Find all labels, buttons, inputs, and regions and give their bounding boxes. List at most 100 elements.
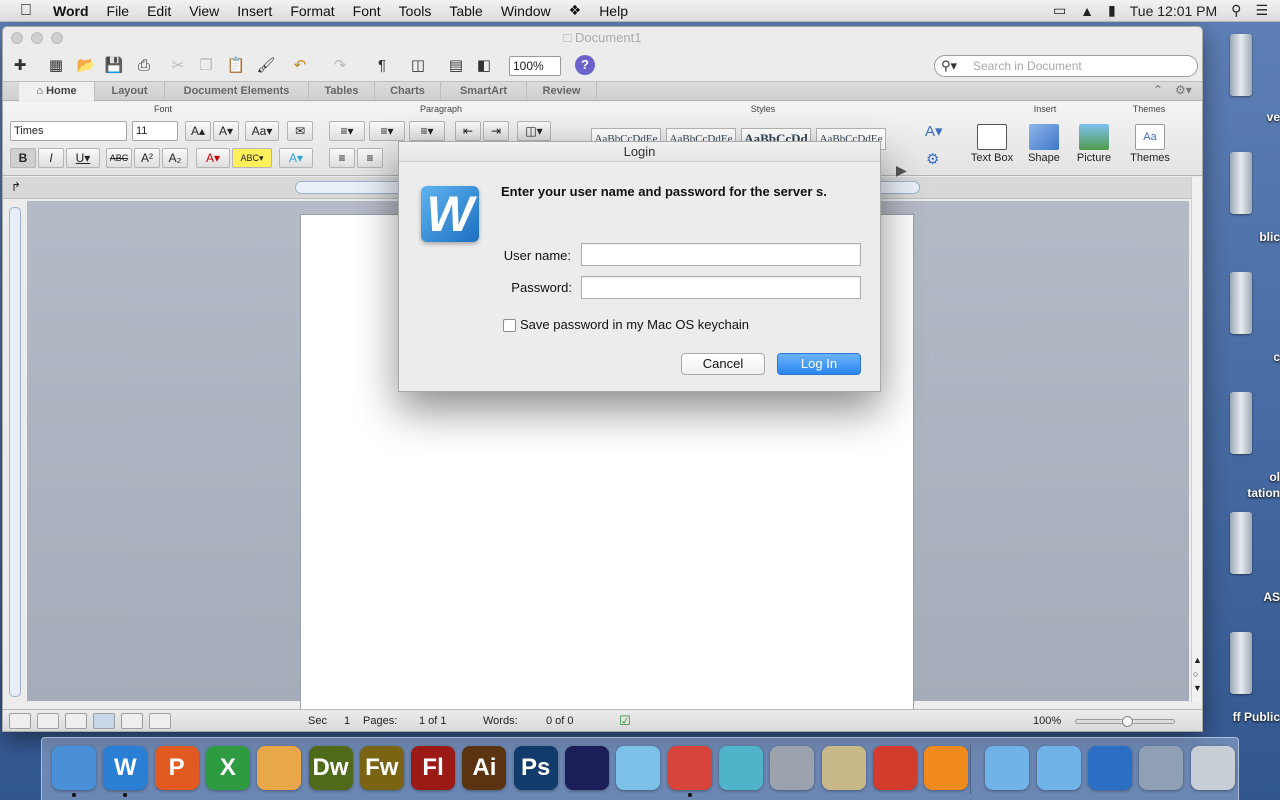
search-input[interactable]: Search in Document [934,55,1198,77]
numbering-icon[interactable]: ≡▾ [369,121,405,141]
notebook-view-icon[interactable] [121,713,143,729]
keynote-icon[interactable] [257,746,302,790]
help-icon[interactable]: ? [575,55,595,75]
excel-icon[interactable]: X [205,746,250,790]
tab-charts[interactable]: Charts [375,82,441,101]
font-color-icon[interactable]: A▾ [196,148,230,168]
menu-font[interactable]: Font [344,3,390,19]
decrease-indent-icon[interactable]: ⇤ [455,121,481,141]
shared-users-icon[interactable] [1139,746,1184,790]
audacity-icon[interactable] [565,746,609,790]
templates-icon[interactable]: ▦ [45,55,67,77]
ribbon-settings-icon[interactable]: ⚙▾ [1175,83,1192,97]
menu-insert[interactable]: Insert [228,3,281,19]
save-icon[interactable]: 💾 [103,55,125,77]
menu-app-name[interactable]: Word [44,3,98,19]
photoshop-icon[interactable]: Ps [513,746,558,790]
username-input[interactable] [581,243,861,266]
outline-view-icon[interactable] [37,713,59,729]
tab-document-elements[interactable]: Document Elements [165,82,309,101]
previous-page-icon[interactable]: ▲ [1193,655,1202,665]
finder-icon[interactable] [52,746,96,790]
align-center-icon[interactable]: ≡ [357,148,383,168]
zoom-slider[interactable] [1075,716,1175,727]
menu-edit[interactable]: Edit [138,3,180,19]
menu-view[interactable]: View [180,3,228,19]
zoom-select[interactable]: 100% [509,56,561,76]
keychain-access-icon[interactable] [770,746,815,790]
print-icon[interactable]: ⎙ [133,55,155,77]
grow-font-icon[interactable]: A▴ [185,121,211,141]
menu-table[interactable]: Table [440,3,491,19]
multilevel-list-icon[interactable]: ≡▾ [409,121,445,141]
chrome-icon[interactable] [667,746,712,790]
open-icon[interactable]: 📂 [75,55,97,77]
flash-icon[interactable]: Fl [411,746,456,790]
subscript-icon[interactable]: A₂ [162,148,188,168]
password-input[interactable] [581,276,861,299]
drive-icon[interactable] [1230,272,1252,334]
search-icon[interactable]: ⚲▾ [941,58,957,74]
show-formatting-icon[interactable]: ¶ [371,55,393,77]
strikethrough-icon[interactable]: ABC [106,148,132,168]
keychain-label[interactable]: Save password in my Mac OS keychain [520,317,749,332]
illustrator-icon[interactable]: Ai [462,746,507,790]
script-menu-icon[interactable]: ❖ [560,2,591,19]
format-painter-icon[interactable]: 🖌 [255,55,277,77]
tab-review[interactable]: Review [527,82,597,101]
menu-format[interactable]: Format [281,3,343,19]
copy-icon[interactable]: ❐ [195,55,217,77]
vlc-icon[interactable] [924,746,969,790]
minimize-window-button[interactable] [31,32,43,44]
shape-button[interactable]: Shape [1021,124,1067,164]
next-page-icon[interactable]: ▼ [1193,683,1202,693]
columns-icon[interactable]: ◫▾ [517,121,551,141]
trash-icon[interactable] [1190,746,1235,790]
menu-tools[interactable]: Tools [390,3,441,19]
browse-object-icon[interactable]: ○ [1193,669,1198,679]
text-box-button[interactable]: Text Box [969,124,1015,164]
clock[interactable]: Tue 12:01 PM [1123,3,1224,19]
paste-icon[interactable]: 📋 [225,55,247,77]
dreamweaver-icon[interactable]: Dw [308,746,353,790]
wifi-icon[interactable]: ▲ [1073,3,1101,19]
themes-button[interactable]: Aa Themes [1127,124,1173,164]
font-size-select[interactable]: 11 [132,121,178,141]
increase-indent-icon[interactable]: ⇥ [483,121,509,141]
tab-smartart[interactable]: SmartArt [441,82,527,101]
vertical-scrollbar[interactable]: ▲ ○ ▼ [1191,177,1202,702]
publishing-view-icon[interactable] [65,713,87,729]
manage-styles-icon[interactable]: ⚙ [926,150,939,168]
shrink-font-icon[interactable]: A▾ [213,121,239,141]
menu-file[interactable]: File [98,3,139,19]
tab-stop-icon[interactable]: ↱ [11,180,21,194]
network-icon[interactable] [1088,746,1132,790]
tab-tables[interactable]: Tables [309,82,375,101]
underline-icon[interactable]: U▾ [66,148,100,168]
spotlight-icon[interactable]: ⚲ [1224,2,1248,19]
word-icon[interactable]: W [103,746,148,790]
zoom-slider-knob[interactable] [1122,716,1133,727]
picture-button[interactable]: Picture [1071,124,1117,164]
script-editor-icon[interactable] [821,746,866,790]
notification-center-icon[interactable]: ☰ [1248,2,1280,19]
battery-icon[interactable]: ▮ [1101,2,1123,19]
highlight-icon[interactable]: ABC▾ [232,148,272,168]
text-effects-icon[interactable]: A▾ [279,148,313,168]
new-document-icon[interactable]: ✚ [9,55,31,77]
focus-view-icon[interactable] [149,713,171,729]
redo-icon[interactable]: ↷ [329,55,351,77]
drive-icon[interactable] [1230,392,1252,454]
styles-pane-icon[interactable]: A▾ [925,122,943,140]
drive-icon[interactable] [1230,512,1252,574]
fireworks-icon[interactable]: Fw [359,746,404,790]
italic-icon[interactable]: I [38,148,64,168]
undo-icon[interactable]: ↶ [289,55,311,77]
view-layout-icon[interactable]: ◫ [407,55,429,77]
comic-life-icon[interactable] [616,746,661,790]
change-case-icon[interactable]: Aa▾ [245,121,279,141]
drive-icon[interactable] [1230,152,1252,214]
draft-view-icon[interactable] [9,713,31,729]
zoom-window-button[interactable] [51,32,63,44]
menu-window[interactable]: Window [492,3,560,19]
